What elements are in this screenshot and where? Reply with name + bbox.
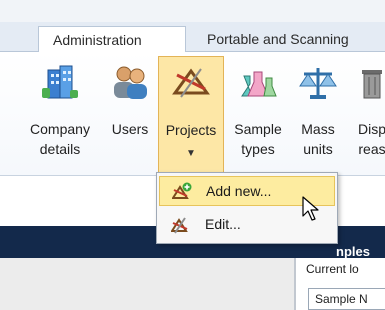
mouse-pointer-icon (302, 196, 319, 221)
disposal-label-line2: reas (358, 141, 385, 157)
sample-types-label-line1: Sample (234, 121, 282, 137)
menu-item-add-new-label: Add new... (206, 183, 272, 199)
tab-administration[interactable]: Administration (38, 26, 186, 53)
chevron-down-icon[interactable]: ▼ (159, 145, 223, 163)
left-pane (0, 258, 294, 310)
add-project-icon (172, 182, 192, 199)
company-details-button[interactable]: Company details (20, 56, 100, 174)
mass-units-label-line1: Mass (301, 121, 335, 137)
bin-icon (362, 70, 382, 99)
menu-item-edit-label: Edit... (205, 216, 241, 232)
company-details-label-line2: details (39, 141, 81, 157)
edit-project-icon (171, 217, 188, 234)
sample-types-label-line2: types (241, 141, 275, 157)
current-location-label: Current lo (306, 262, 359, 276)
sample-types-button[interactable]: Sample types (226, 56, 290, 174)
mass-units-button[interactable]: Mass units (292, 56, 344, 174)
sample-number-field[interactable]: Sample N (308, 288, 385, 310)
building-icon (42, 65, 78, 99)
flasks-icon (241, 71, 277, 97)
mass-units-label-line2: units (303, 141, 333, 157)
users-icon (114, 66, 147, 99)
company-details-label-line1: Company (30, 121, 90, 137)
ribbon-top-strip (0, 0, 385, 22)
disposal-reasons-button[interactable]: Disp reas (346, 56, 385, 174)
users-label: Users (111, 121, 149, 137)
projects-icon (172, 68, 210, 98)
projects-button[interactable]: Projects ▼ (158, 56, 224, 174)
projects-label: Projects (165, 122, 217, 138)
tab-portable-and-scanning[interactable]: Portable and Scanning (194, 26, 385, 53)
users-button[interactable]: Users (104, 56, 156, 174)
section-title: nples (336, 244, 370, 259)
scale-icon (299, 68, 337, 99)
disposal-label-line1: Disp (357, 121, 385, 137)
